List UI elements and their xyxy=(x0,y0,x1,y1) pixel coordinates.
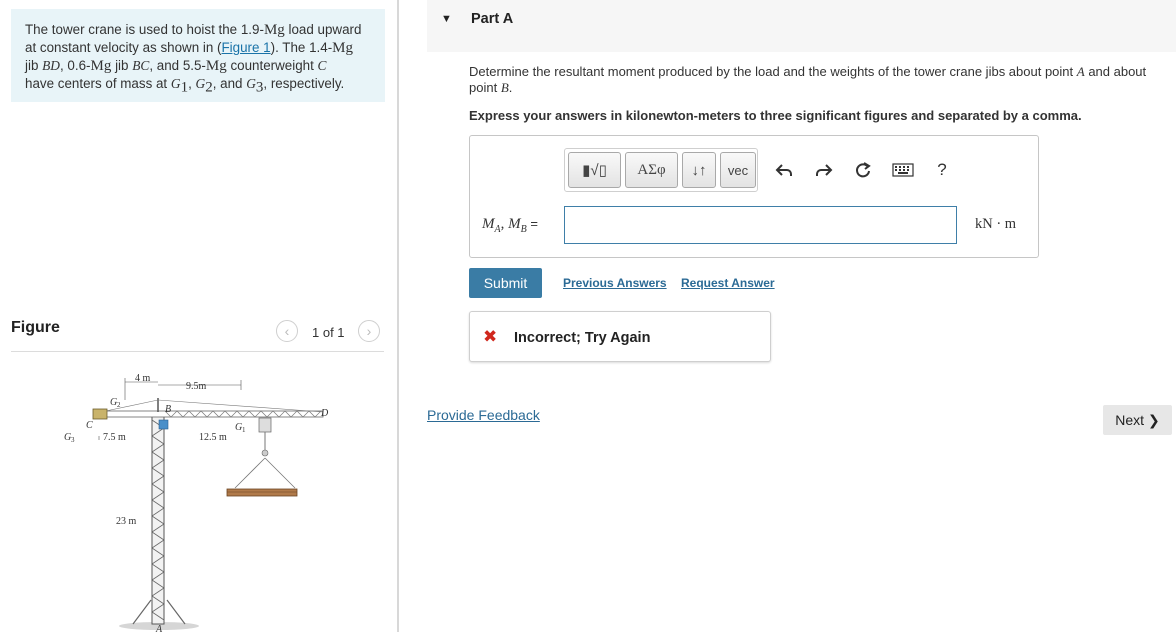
problem-text: ). The 1.4- xyxy=(270,40,333,55)
reset-icon[interactable] xyxy=(851,158,875,182)
figure-link[interactable]: Figure 1 xyxy=(222,40,271,55)
undo-icon[interactable] xyxy=(772,158,796,182)
feedback-text: Incorrect; Try Again xyxy=(514,330,651,346)
g2-sub: 2 xyxy=(205,79,213,96)
g1-sub: 1 xyxy=(180,79,189,96)
answer-input[interactable] xyxy=(564,206,957,244)
chevron-right-icon: › xyxy=(366,323,372,339)
units-label: kN · m xyxy=(975,216,1017,232)
point-b: B xyxy=(500,80,509,95)
label-m: M xyxy=(482,216,495,232)
column-divider[interactable] xyxy=(397,0,399,632)
problem-text: The tower crane is used to hoist the 1.9… xyxy=(25,22,264,37)
vec-label: vec xyxy=(727,162,749,178)
crane-cab xyxy=(158,419,169,430)
provide-feedback-link[interactable]: Provide Feedback xyxy=(427,407,540,423)
problem-text: , 0.6- xyxy=(59,58,91,73)
request-answer-link[interactable]: Request Answer xyxy=(681,276,775,290)
problem-statement: The tower crane is used to hoist the 1.9… xyxy=(11,9,385,102)
symbols-button[interactable]: ΑΣφ xyxy=(625,152,678,188)
dim-9-5m: 9.5m xyxy=(186,381,207,392)
dim-7-5m: 7.5 m xyxy=(103,432,126,443)
jib-bc: BC xyxy=(132,58,150,73)
chevron-left-icon: ‹ xyxy=(284,323,290,339)
label-sep: , xyxy=(500,216,509,232)
figure-heading: Figure xyxy=(11,319,60,336)
templates-icon: ▮√▯ xyxy=(582,162,607,179)
unit-mg: Mg xyxy=(90,58,112,74)
prev-figure-button[interactable]: ‹ xyxy=(276,320,298,342)
label-b: B xyxy=(165,404,171,415)
dim-12-5m: 12.5 m xyxy=(199,432,227,443)
part-title[interactable]: Part A xyxy=(471,11,513,27)
caret-down-icon[interactable]: ▼ xyxy=(441,13,452,25)
greek-symbols-icon: ΑΣφ xyxy=(637,161,666,178)
jib-structure xyxy=(98,398,324,418)
answer-instructions: Express your answers in kilonewton-meter… xyxy=(469,108,1082,123)
and: , and xyxy=(212,76,247,91)
previous-answers-link[interactable]: Previous Answers xyxy=(563,276,667,290)
label-m: M xyxy=(508,216,521,232)
unit-mg: Mg xyxy=(263,22,285,38)
redo-icon[interactable] xyxy=(812,158,836,182)
tower-crane-figure: 4 m 9.5m 7.5 m 12.5 m 23 m B C D A G 1 G… xyxy=(64,373,329,632)
help-icon[interactable]: ? xyxy=(930,158,954,182)
chevron-right-icon: ❯ xyxy=(1148,411,1160,428)
counterweight-block xyxy=(92,408,108,420)
label-d: D xyxy=(320,408,329,419)
unit-mg: Mg xyxy=(205,58,227,74)
label-g3-sub: 3 xyxy=(71,436,75,444)
question-part: . xyxy=(508,80,513,95)
templates-button[interactable]: ▮√▯ xyxy=(568,152,621,188)
jib-bd: BD xyxy=(42,58,60,73)
next-figure-button[interactable]: › xyxy=(358,320,380,342)
problem-text: jib xyxy=(111,58,133,73)
dim-4m: 4 m xyxy=(135,373,151,384)
tower-mast xyxy=(151,415,165,625)
part-header[interactable] xyxy=(427,0,1176,52)
label-g2-sub: 2 xyxy=(117,401,121,409)
g2: G xyxy=(195,76,206,91)
counterweight-c: C xyxy=(317,58,327,73)
arrows-icon: ↓↑ xyxy=(691,161,707,179)
g1: G xyxy=(170,76,181,91)
arrows-button[interactable]: ↓↑ xyxy=(682,152,716,188)
g3: G xyxy=(246,76,256,91)
problem-text: have centers of mass at xyxy=(25,76,171,91)
comma: , xyxy=(188,76,196,91)
keyboard-icon[interactable] xyxy=(891,158,915,182)
label-g1-sub: 1 xyxy=(242,426,246,434)
figure-divider xyxy=(11,351,384,352)
problem-text: jib xyxy=(25,58,43,73)
submit-button[interactable]: Submit xyxy=(469,268,542,298)
label-eq: = xyxy=(526,216,538,231)
point-a: A xyxy=(1076,64,1085,79)
question-part: Determine the resultant moment produced … xyxy=(469,64,1077,79)
next-label: Next xyxy=(1115,412,1145,428)
answer-label: MA, MB = xyxy=(482,215,538,235)
label-c: C xyxy=(86,420,93,431)
figure-pager-label: 1 of 1 xyxy=(312,325,345,340)
error-x-icon: ✖ xyxy=(483,327,498,346)
label-a: A xyxy=(155,624,163,632)
problem-text: , respectively. xyxy=(263,76,345,91)
dim-23m: 23 m xyxy=(116,516,137,527)
problem-text: counterweight xyxy=(226,58,318,73)
vector-button[interactable]: vec xyxy=(720,152,756,188)
next-button[interactable]: Next ❯ xyxy=(1103,405,1172,435)
unit-mg: Mg xyxy=(332,40,353,56)
question-text: Determine the resultant moment produced … xyxy=(469,64,1159,96)
problem-text: , and 5.5- xyxy=(149,58,206,73)
